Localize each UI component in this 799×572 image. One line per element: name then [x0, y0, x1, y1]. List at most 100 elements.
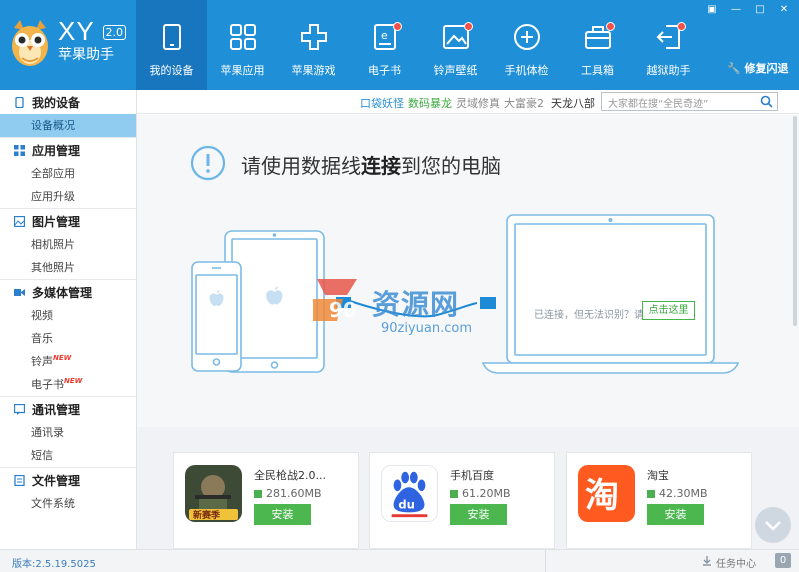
alert-icon: [190, 145, 226, 181]
image-icon: [14, 215, 25, 227]
wrench-icon: 🔧: [727, 62, 741, 75]
sidebar-item-ebook[interactable]: 电子书 NEW: [0, 373, 136, 396]
item-label: 相机照片: [31, 238, 75, 251]
install-button[interactable]: 安装: [450, 504, 507, 525]
svg-text:du: du: [398, 497, 415, 511]
media-icon: [14, 288, 25, 296]
file-icon: [14, 474, 25, 486]
main-nav: 我的设备 苹果应用 苹果游戏 e 电子书 铃声壁纸 手机体检 工具箱 越狱助手: [136, 0, 704, 90]
svg-text:新赛季: 新赛季: [193, 509, 221, 521]
repair-label: 修复闪退: [744, 62, 789, 75]
baidu-icon: du: [381, 465, 438, 522]
hero-title: 请使用数据线连接到您的电脑: [241, 150, 501, 179]
sidebar-item-app-upgrade[interactable]: 应用升级: [0, 185, 136, 208]
size-icon: [647, 489, 655, 498]
nav-apple-games[interactable]: 苹果游戏: [278, 0, 349, 90]
notification-dot: [677, 22, 686, 31]
apps-grid-icon: [230, 24, 256, 50]
quick-link[interactable]: 口袋妖怪: [360, 95, 404, 111]
nav-ebook[interactable]: e 电子书: [349, 0, 420, 90]
section-title: 应用管理: [32, 143, 81, 158]
app-card[interactable]: 新赛季 全民枪战2.0... 281.60MB 安装: [173, 452, 359, 549]
nav-my-device[interactable]: 我的设备: [136, 0, 207, 90]
svg-text:淘: 淘: [585, 476, 619, 516]
install-button[interactable]: 安装: [647, 504, 704, 525]
section-title: 多媒体管理: [32, 285, 93, 300]
sidebar-item-contacts[interactable]: 通讯录: [0, 421, 136, 444]
section-title: 我的设备: [32, 95, 81, 110]
nav-label: 手机体检: [504, 64, 549, 77]
scrollbar-thumb[interactable]: [793, 116, 797, 326]
quick-link[interactable]: 大富豪2: [504, 95, 544, 111]
search-icon[interactable]: [760, 95, 773, 108]
task-count-badge: 0: [775, 553, 791, 568]
item-label: 其他照片: [31, 261, 75, 274]
top-bar: XY 2.0 苹果助手 我的设备 苹果应用 苹果游戏 e 电子书 铃声壁纸 手机…: [0, 0, 799, 90]
sidebar-section-file-management[interactable]: 文件管理: [0, 468, 136, 492]
minimize-button[interactable]: —: [725, 3, 747, 17]
laptop-icon: [481, 214, 740, 374]
maximize-button[interactable]: □: [749, 3, 771, 17]
sidebar-item-device-overview[interactable]: 设备概况: [0, 114, 136, 137]
click-here-button[interactable]: 点击这里: [642, 301, 695, 320]
app-card[interactable]: 淘 淘宝 42.30MB 安装: [566, 452, 752, 549]
quick-links-bar: 口袋妖怪 数码暴龙 灵域修真 大富豪2 天龙八部 大家都在搜“全民奇迹”: [137, 90, 799, 114]
skin-button[interactable]: ▣: [701, 3, 723, 17]
sidebar-item-all-apps[interactable]: 全部应用: [0, 162, 136, 185]
connect-hero: 请使用数据线连接到您的电脑 已连接，但无法识别？请 点击这里 90 资源网 90…: [137, 115, 799, 427]
sidebar-section-communication[interactable]: 通讯管理: [0, 397, 136, 421]
nav-toolbox[interactable]: 工具箱: [562, 0, 633, 90]
quick-link[interactable]: 数码暴龙: [408, 95, 452, 111]
svg-text:90: 90: [329, 298, 357, 322]
item-label: 铃声: [31, 355, 53, 368]
item-label: 文件系统: [31, 497, 75, 510]
task-center-link[interactable]: 任务中心: [716, 555, 756, 570]
apps-icon: [14, 144, 25, 156]
size-value: 42.30MB: [659, 487, 708, 500]
version-text: 版本:2.5.19.5025: [12, 559, 96, 570]
nav-label: 越狱助手: [646, 64, 691, 77]
sidebar-section-app-management[interactable]: 应用管理: [0, 138, 136, 162]
recommended-apps: 新赛季 全民枪战2.0... 281.60MB 安装 du 手机百度 61.20…: [137, 427, 799, 549]
repair-crash-button[interactable]: 🔧 修复闪退: [727, 60, 789, 76]
quick-link[interactable]: 天龙八部: [551, 95, 595, 111]
sidebar-item-sms[interactable]: 短信: [0, 444, 136, 467]
scroll-down-button[interactable]: [755, 507, 791, 543]
sidebar-item-camera-photos[interactable]: 相机照片: [0, 233, 136, 256]
chevron-down-icon: [765, 521, 781, 531]
brand: XY 2.0 苹果助手: [58, 16, 127, 64]
title-part: 到您的电脑: [401, 154, 501, 178]
sidebar-item-video[interactable]: 视频: [0, 304, 136, 327]
download-icon: [703, 556, 711, 566]
nav-jailbreak[interactable]: 越狱助手: [633, 0, 704, 90]
nav-apple-apps[interactable]: 苹果应用: [207, 0, 278, 90]
sidebar-section-image-management[interactable]: 图片管理: [0, 209, 136, 233]
search-input[interactable]: 大家都在搜“全民奇迹”: [601, 92, 778, 111]
brand-name: XY: [58, 16, 95, 46]
game-shooter-icon: 新赛季: [185, 465, 242, 522]
sidebar-section-media-management[interactable]: 多媒体管理: [0, 280, 136, 304]
phone-illustration-icon: [191, 261, 242, 372]
section-title: 通讯管理: [32, 402, 81, 417]
nav-label: 工具箱: [581, 64, 614, 77]
install-button[interactable]: 安装: [254, 504, 311, 525]
notification-dot: [393, 22, 402, 31]
owl-logo-icon: [12, 20, 48, 66]
sidebar-section-my-device[interactable]: 我的设备: [0, 90, 136, 114]
main-content: 口袋妖怪 数码暴龙 灵域修真 大富豪2 天龙八部 大家都在搜“全民奇迹” 请使用…: [137, 90, 799, 549]
item-label: 视频: [31, 309, 53, 322]
size-icon: [254, 489, 262, 498]
taobao-icon: 淘: [578, 465, 635, 522]
app-card[interactable]: du 手机百度 61.20MB 安装: [369, 452, 555, 549]
sidebar-item-other-photos[interactable]: 其他照片: [0, 256, 136, 279]
nav-phone-checkup[interactable]: 手机体检: [491, 0, 562, 90]
close-button[interactable]: ✕: [773, 3, 795, 17]
item-label: 短信: [31, 449, 53, 462]
sidebar-item-file-system[interactable]: 文件系统: [0, 492, 136, 515]
section-title: 图片管理: [32, 214, 81, 229]
quick-link[interactable]: 灵域修真: [456, 95, 500, 111]
connect-hint: 已连接，但无法识别？请: [534, 310, 644, 321]
nav-ringtone-wallpaper[interactable]: 铃声壁纸: [420, 0, 491, 90]
item-label: 应用升级: [31, 190, 75, 203]
device-icon: [163, 24, 181, 50]
